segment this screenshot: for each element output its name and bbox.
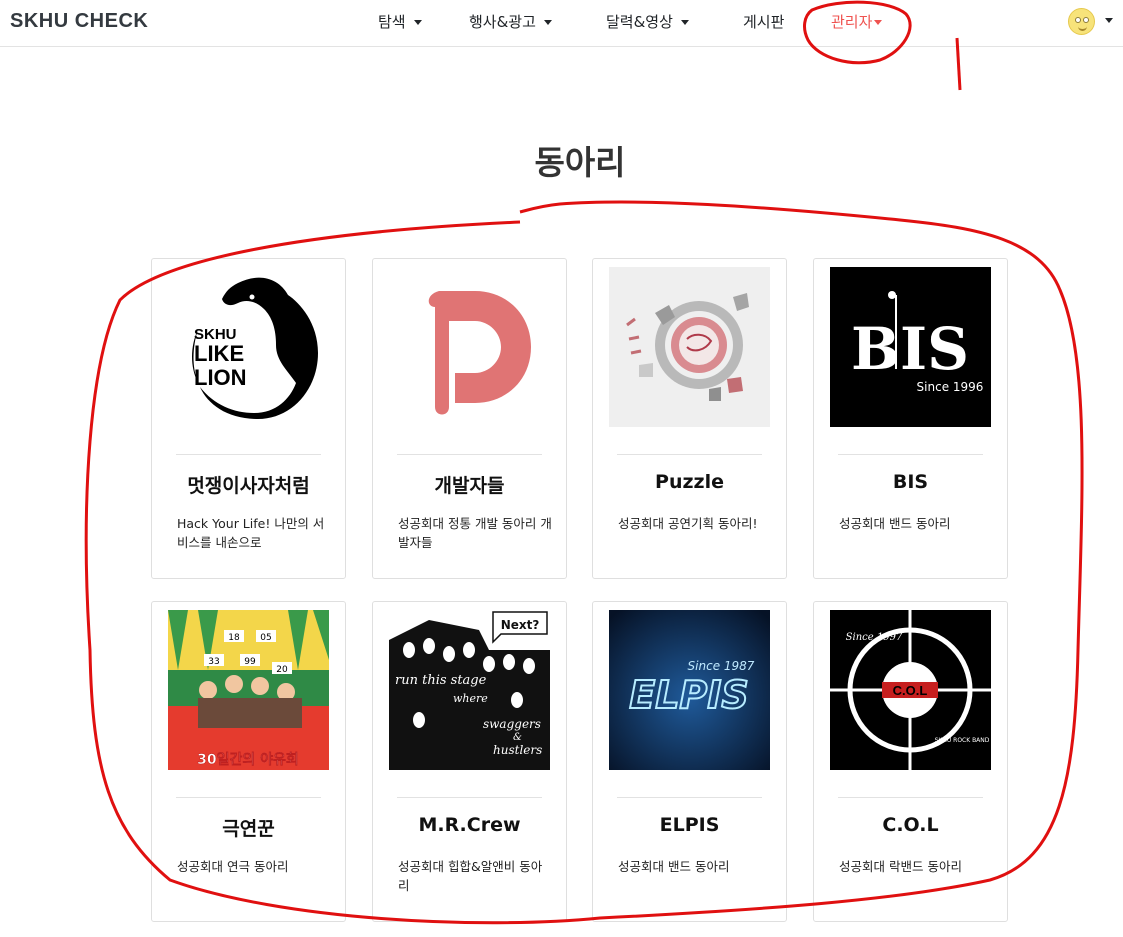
poster-title: 30일간의 야유회 (197, 751, 299, 768)
club-description: 성공회대 정통 개발 동아리 개발자들 (398, 516, 552, 550)
card-divider (176, 454, 321, 455)
card-divider (617, 797, 762, 798)
club-card-bis[interactable]: BIS Since 1996 BIS 성공회대 밴드 동아리 (813, 258, 1008, 579)
card-divider (838, 454, 983, 455)
nav-events-ads-label: 행사&광고 (469, 13, 536, 31)
theater-poster: 18 05 33 99 20 30일간의 야유회 (168, 610, 329, 770)
club-name: 멋쟁이사자처럼 (187, 475, 310, 497)
club-name: Puzzle (655, 471, 724, 493)
poster-number: 33 (208, 657, 219, 667)
elpis-logo: Since 1987 ELPIS (609, 610, 770, 770)
col-logo-text: C.O.L (893, 683, 928, 698)
club-card-developers[interactable]: 개발자들 성공회대 정통 개발 동아리 개발자들 (372, 258, 567, 579)
nav-admin-label: 관리자 (831, 13, 873, 31)
mrcrew-poster-text: & (513, 732, 522, 743)
caret-down-icon (413, 20, 422, 25)
mrcrew-bubble-text: Next? (501, 618, 540, 632)
bis-logo-text: BIS (851, 315, 969, 383)
card-divider (838, 797, 983, 798)
elpis-since-text: Since 1987 (688, 659, 755, 673)
club-name: BIS (892, 471, 929, 493)
avatar-eye (1083, 17, 1089, 23)
col-band-text: SKHU ROCK BAND (935, 737, 990, 744)
club-card-puzzle[interactable]: Puzzle 성공회대 공연기획 동아리! (592, 258, 787, 579)
smiley-avatar-icon[interactable] (1068, 8, 1095, 35)
club-description: 성공회대 밴드 동아리 (618, 859, 730, 874)
col-logo: C.O.L Since 1997 SKHU ROCK BAND (830, 610, 991, 770)
mrcrew-poster-text: run this stage (395, 673, 487, 688)
club-name: M.R.Crew (418, 814, 521, 836)
club-card-elpis[interactable]: Since 1987 ELPIS ELPIS 성공회대 밴드 동아리 (592, 601, 787, 922)
caret-down-icon (874, 20, 883, 25)
likelion-logo-text-3: LION (194, 365, 247, 390)
likelion-logo-text-2: LIKE (194, 341, 244, 366)
caret-down-icon (543, 20, 552, 25)
club-description: 성공회대 힙합&알앤비 동아리 (398, 859, 543, 893)
poster-number: 18 (228, 633, 240, 643)
nav-board[interactable]: 게시판 (743, 11, 784, 32)
club-description: 성공회대 밴드 동아리 (839, 516, 951, 531)
likelion-logo: SKHU LIKE LION (168, 267, 329, 427)
mrcrew-poster-text: where (453, 692, 488, 705)
club-name: C.O.L (882, 814, 939, 836)
user-menu-caret-icon[interactable] (1105, 18, 1113, 23)
mrcrew-poster: Next? run this stage where swaggers & hu… (389, 610, 550, 770)
nav-events-ads[interactable]: 행사&광고 (469, 11, 552, 32)
club-card-likelion[interactable]: SKHU LIKE LION 멋쟁이사자처럼 Hack Your Life! 나… (151, 258, 346, 579)
club-name: 개발자들 (434, 475, 505, 497)
card-divider (397, 454, 542, 455)
card-divider (617, 454, 762, 455)
poster-number: 20 (276, 665, 288, 675)
club-description: 성공회대 락밴드 동아리 (839, 859, 962, 874)
card-divider (397, 797, 542, 798)
developers-logo (389, 267, 550, 427)
caret-down-icon (680, 20, 689, 25)
nav-explore[interactable]: 탐색 (378, 11, 422, 32)
col-since-text: Since 1997 (846, 632, 903, 643)
nav-explore-label: 탐색 (378, 13, 406, 31)
club-card-col[interactable]: C.O.L Since 1997 SKHU ROCK BAND C.O.L 성공… (813, 601, 1008, 922)
club-description: 성공회대 연극 동아리 (177, 859, 289, 874)
club-description: 성공회대 공연기획 동아리! (618, 516, 758, 531)
mrcrew-poster-text: hustlers (493, 743, 542, 757)
mrcrew-poster-text: swaggers (483, 717, 541, 731)
avatar-eye (1075, 17, 1081, 23)
puzzle-logo (609, 267, 770, 427)
club-card-mrcrew[interactable]: Next? run this stage where swaggers & hu… (372, 601, 567, 922)
avatar-mouth (1078, 24, 1087, 31)
nav-calendar-video-label: 달력&영상 (606, 13, 673, 31)
club-name: 극연꾼 (222, 818, 275, 840)
nav-calendar-video[interactable]: 달력&영상 (606, 11, 689, 32)
club-card-theater[interactable]: 18 05 33 99 20 30일간의 야유회 극연꾼 성공회대 연극 동아리 (151, 601, 346, 922)
bis-logo: BIS Since 1996 (830, 267, 991, 427)
page-title: 동아리 (534, 143, 626, 182)
nav-admin[interactable]: 관리자 (831, 11, 883, 32)
nav-board-label: 게시판 (743, 13, 785, 31)
bis-since-text: Since 1996 (917, 380, 984, 394)
club-name: ELPIS (659, 814, 720, 836)
poster-number: 05 (260, 633, 271, 643)
poster-number: 99 (244, 657, 256, 667)
brand-logo[interactable]: SKHU CHECK (10, 10, 148, 33)
top-navbar: SKHU CHECK 탐색 행사&광고 달력&영상 게시판 관리자 (0, 0, 1123, 47)
elpis-logo-text: ELPIS (629, 673, 749, 717)
card-divider (176, 797, 321, 798)
club-description: Hack Your Life! 나만의 서비스를 내손으로 (177, 516, 325, 550)
